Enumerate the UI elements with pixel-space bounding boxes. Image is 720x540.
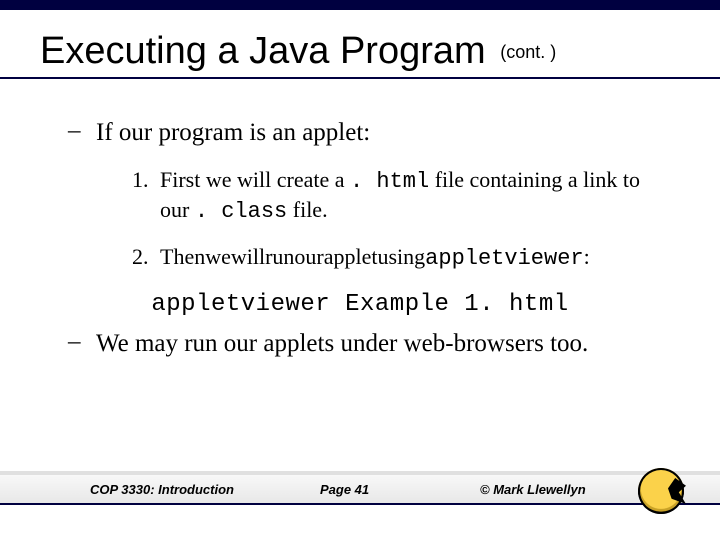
step-2: 2. Thenwewillrunourappletusingappletview…: [132, 243, 660, 273]
title-main: Executing a Java Program: [40, 30, 486, 72]
step-text: First we will create a . html file conta…: [160, 166, 660, 225]
slide-title: Executing a Java Program (cont. ): [0, 10, 720, 79]
step2-pre: Thenwewillrunourappletusing: [160, 244, 425, 269]
command-line: appletviewer Example 1. html: [60, 291, 660, 318]
step-1: 1. First we will create a . html file co…: [132, 166, 660, 225]
bullet-browsers: – We may run our applets under web-brows…: [68, 328, 660, 359]
step-number: 2.: [132, 243, 160, 273]
top-accent-bar: [0, 0, 720, 10]
footer-author: © Mark Llewellyn: [480, 482, 720, 497]
slide-body: – If our program is an applet: 1. First …: [0, 79, 720, 359]
step-text: Thenwewillrunourappletusingappletviewer:: [160, 243, 660, 273]
ucf-logo-icon: [638, 468, 684, 514]
slide: Executing a Java Program (cont. ) – If o…: [0, 0, 720, 540]
code-html: . html: [350, 169, 429, 194]
step2-post: :: [584, 244, 590, 269]
code-appletviewer: appletviewer: [425, 246, 583, 271]
bullet-dash: –: [68, 117, 96, 148]
title-continued: (cont. ): [496, 42, 556, 62]
bullet-text: If our program is an applet:: [96, 117, 660, 148]
bullet-text: We may run our applets under web-browser…: [96, 328, 660, 359]
footer-course: COP 3330: Introduction: [90, 482, 320, 497]
bullet-applet-intro: – If our program is an applet:: [68, 117, 660, 148]
code-class: . class: [195, 199, 287, 224]
step1-post: file.: [287, 197, 327, 222]
step-number: 1.: [132, 166, 160, 225]
bullet-dash: –: [68, 328, 96, 359]
step1-pre: First we will create a: [160, 167, 350, 192]
footer-bar: COP 3330: Introduction Page 41 © Mark Ll…: [0, 471, 720, 505]
footer-page: Page 41: [320, 482, 480, 497]
numbered-steps: 1. First we will create a . html file co…: [132, 166, 660, 273]
